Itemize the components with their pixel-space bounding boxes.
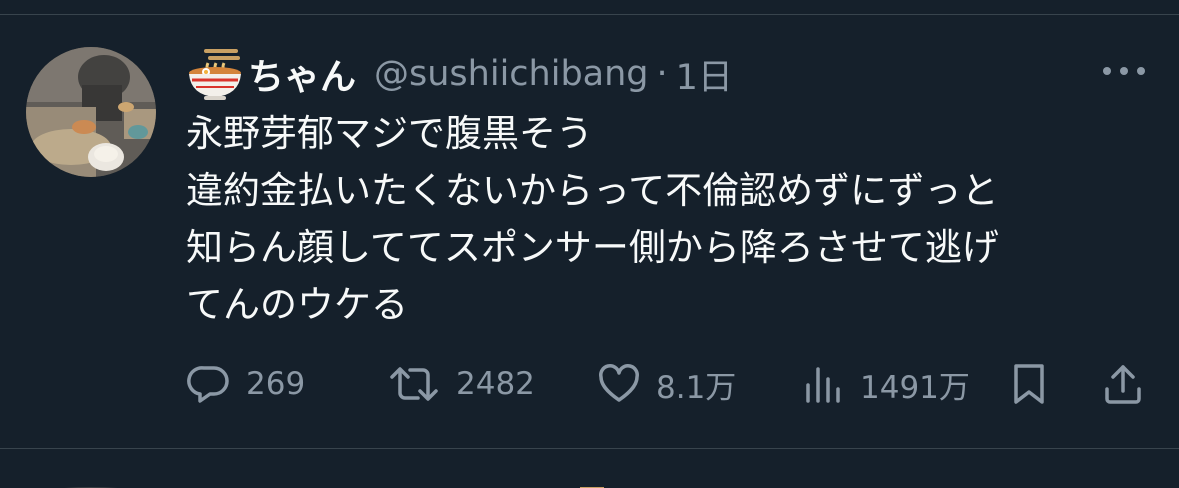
more-dots-icon[interactable]: [1098, 56, 1150, 86]
top-divider: [0, 14, 1179, 15]
views-button[interactable]: 1491万: [800, 352, 970, 416]
tweet-line: 知らん顔しててスポンサー側から降ろさせて逃げ: [186, 226, 999, 269]
tweet-header: ちゃん @sushiichibang · 1日: [186, 42, 733, 106]
tweet-line: 永野芽郁マジで腹黒そう: [186, 112, 593, 155]
tweet-body: 永野芽郁マジで腹黒そう 違約金払いたくないからって不倫認めずにずっと 知らん顔し…: [186, 105, 1146, 333]
tweet-line: 違約金払いたくないからって不倫認めずにずっと: [186, 169, 999, 212]
like-count: 8.1万: [656, 369, 737, 406]
share-button[interactable]: [1100, 352, 1146, 416]
ramen-bowl-icon: [189, 49, 241, 100]
avatar-photo: [26, 47, 156, 177]
repost-icon: [390, 367, 438, 401]
share-icon: [1105, 365, 1141, 404]
reply-button[interactable]: 269: [186, 352, 305, 416]
tweet-screen: ちゃん @sushiichibang · 1日 永野芽郁マジで腹黒そう 違約金払…: [0, 0, 1179, 488]
tweet-line: てんのウケる: [186, 283, 408, 326]
tweet-timestamp[interactable]: 1日: [676, 49, 733, 100]
bookmark-button[interactable]: [1006, 352, 1052, 416]
views-chart-icon: [806, 367, 840, 403]
author-display-name[interactable]: ちゃん: [248, 48, 356, 100]
separator-dot: ·: [656, 54, 668, 94]
heart-icon: [599, 364, 639, 402]
repost-button[interactable]: 2482: [386, 352, 535, 416]
like-button[interactable]: 8.1万: [596, 352, 736, 416]
reply-icon: [187, 366, 229, 403]
repost-count: 2482: [456, 366, 535, 402]
next-tweet-preview: [65, 487, 604, 488]
reply-count: 269: [246, 366, 306, 402]
bookmark-icon: [1014, 364, 1044, 404]
author-handle[interactable]: @sushiichibang: [374, 54, 649, 94]
views-count: 1491万: [860, 369, 970, 406]
bottom-divider: [0, 448, 1179, 449]
avatar[interactable]: [26, 47, 156, 177]
action-bar: 269 2482 8.1万 1491万: [0, 352, 1179, 416]
next-tweet-peek: [0, 478, 1179, 488]
